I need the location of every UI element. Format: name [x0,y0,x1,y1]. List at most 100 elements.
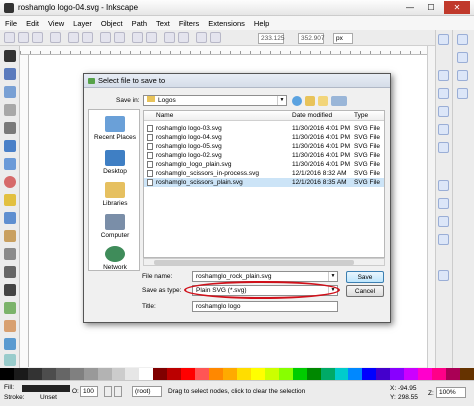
3d-box-tool-icon[interactable] [4,158,16,170]
pencil-tool-icon[interactable] [4,230,16,242]
file-row-selected[interactable]: roshamglo_scissors_plain.svg 12/1/2016 8… [144,178,384,187]
color-swatch[interactable] [292,368,307,380]
snap-intersections-icon[interactable] [438,216,449,227]
place-computer[interactable]: Computer [89,214,141,239]
color-swatch[interactable] [41,368,56,380]
color-swatch[interactable] [320,368,335,380]
menu-file[interactable]: File [5,19,17,28]
snap-toggle-icon[interactable] [438,34,449,45]
color-swatch[interactable] [181,368,196,380]
align-icon[interactable] [457,70,468,81]
menu-path[interactable]: Path [132,19,147,28]
file-row[interactable]: roshamglo logo-05.svg 11/30/2016 4:01 PM… [144,142,384,151]
color-swatch[interactable] [27,368,42,380]
back-icon[interactable] [292,96,302,106]
color-swatch[interactable] [278,368,293,380]
ellipse-tool-icon[interactable] [4,176,16,188]
maximize-button[interactable]: ☐ [421,1,441,14]
color-swatch[interactable] [264,368,279,380]
scrollbar-thumb[interactable] [154,260,354,265]
color-swatch[interactable] [334,368,349,380]
opacity-field[interactable]: 100 [80,386,98,397]
redo-icon[interactable] [114,32,125,43]
color-swatch[interactable] [362,368,377,380]
color-swatch[interactable] [404,368,419,380]
snap-guide-icon[interactable] [438,270,449,281]
close-button[interactable]: ✕ [444,1,470,14]
save-in-select[interactable]: Logos ▼ [143,95,287,106]
menu-filters[interactable]: Filters [179,19,199,28]
export-icon[interactable] [82,32,93,43]
place-recent[interactable]: Recent Places [89,116,141,141]
snap-midpoint-icon[interactable] [438,124,449,135]
snap-corners-icon[interactable] [438,106,449,117]
color-swatch[interactable] [459,368,474,380]
copy-icon[interactable] [132,32,143,43]
node-tool-icon[interactable] [4,68,16,80]
menu-edit[interactable]: Edit [26,19,39,28]
file-row[interactable]: roshamglo logo-03.svg 11/30/2016 4:01 PM… [144,124,384,133]
place-libraries[interactable]: Libraries [89,182,141,207]
file-row[interactable]: roshamglo_scissors_in-process.svg 12/1/2… [144,169,384,178]
vertical-scrollbar[interactable] [427,46,435,368]
text-font-icon[interactable] [457,88,468,99]
color-swatch[interactable] [13,368,28,380]
place-desktop[interactable]: Desktop [89,150,141,175]
new-document-icon[interactable] [4,32,15,43]
minimize-button[interactable]: — [400,1,420,14]
up-folder-icon[interactable] [305,96,315,106]
layer-lock-icon[interactable] [114,386,122,397]
color-swatch[interactable] [446,368,460,380]
place-network[interactable]: Network [89,246,141,271]
menu-text[interactable]: Text [156,19,170,28]
color-swatch[interactable] [153,368,168,380]
save-icon[interactable] [32,32,43,43]
measure-tool-icon[interactable] [4,122,16,134]
snap-nodes-icon[interactable] [438,180,449,191]
color-swatch[interactable] [390,368,405,380]
paste-icon[interactable] [146,32,157,43]
paint-bucket-tool-icon[interactable] [4,338,16,350]
open-icon[interactable] [18,32,29,43]
zoom-drawing-icon[interactable] [178,32,189,43]
color-swatch[interactable] [432,368,446,380]
menu-layer[interactable]: Layer [73,19,92,28]
save-button[interactable]: Save [346,271,384,283]
color-palette[interactable] [0,368,474,380]
color-swatch[interactable] [0,368,14,380]
title-input[interactable]: roshamglo logo [192,301,338,312]
color-swatch[interactable] [209,368,223,380]
snap-edges-icon[interactable] [438,88,449,99]
file-list-scrollbar[interactable] [143,258,385,266]
column-name[interactable]: Name [156,112,173,119]
zoom-tool-icon[interactable] [4,104,16,116]
column-date[interactable]: Date modified [292,112,332,119]
fill-stroke-icon[interactable] [457,34,468,45]
selector-tool-icon[interactable] [4,50,16,62]
pen-tool-icon[interactable] [4,248,16,260]
xml-editor-icon[interactable] [457,52,468,63]
tweak-tool-icon[interactable] [4,86,16,98]
stroke-value[interactable]: Unset [40,394,57,401]
color-swatch[interactable] [418,368,433,380]
color-swatch[interactable] [306,368,321,380]
color-swatch[interactable] [55,368,70,380]
color-swatch[interactable] [125,368,140,380]
file-row[interactable]: roshamglo logo-02.svg 11/30/2016 4:01 PM… [144,151,384,160]
column-type[interactable]: Type [354,112,368,119]
color-swatch[interactable] [250,368,265,380]
view-menu-icon[interactable] [331,96,347,106]
menu-help[interactable]: Help [254,19,269,28]
unit-select[interactable]: px [333,33,353,44]
snap-center-icon[interactable] [438,142,449,153]
cancel-button[interactable]: Cancel [346,285,384,297]
color-swatch[interactable] [376,368,391,380]
text-tool-icon[interactable] [4,284,16,296]
spiral-tool-icon[interactable] [4,212,16,224]
star-tool-icon[interactable] [4,194,16,206]
duplicate-icon[interactable] [196,32,207,43]
color-swatch[interactable] [139,368,154,380]
import-icon[interactable] [68,32,79,43]
print-icon[interactable] [50,32,61,43]
snap-bbox-icon[interactable] [438,70,449,81]
